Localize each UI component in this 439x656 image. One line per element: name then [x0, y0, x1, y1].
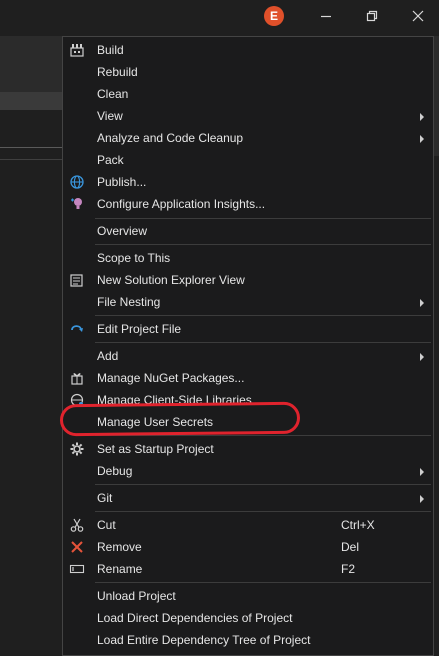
background-divider	[0, 147, 64, 148]
menu-item-label: Unload Project	[97, 589, 176, 603]
menu-item-scope-to-this[interactable]: Scope to This	[63, 247, 433, 269]
shortcut-text: F2	[341, 562, 356, 576]
lightbulb-icon	[69, 196, 85, 212]
menu-separator	[95, 484, 431, 485]
scissors-icon	[69, 517, 85, 533]
account-avatar[interactable]: E	[264, 6, 284, 26]
menu-item-label: Build	[97, 43, 124, 57]
submenu-arrow-icon	[418, 297, 426, 307]
menu-item-unload-project[interactable]: Unload Project	[63, 585, 433, 607]
menu-item-label: Scope to This	[97, 251, 171, 265]
menu-item-label: Edit Project File	[97, 322, 182, 336]
close-icon[interactable]	[410, 8, 426, 24]
submenu-arrow-icon	[418, 351, 426, 361]
menu-item-label: Publish...	[97, 175, 147, 189]
menu-item-label: Configure Application Insights...	[97, 197, 266, 211]
shortcut-text: Ctrl+X	[341, 518, 375, 532]
restore-icon[interactable]	[364, 8, 380, 24]
submenu-arrow-icon	[418, 493, 426, 503]
menu-item-rebuild[interactable]: Rebuild	[63, 61, 433, 83]
menu-item-cut[interactable]: Cut Ctrl+X	[63, 514, 433, 536]
edit-project-icon	[69, 321, 85, 337]
menu-item-label: Debug	[97, 464, 133, 478]
menu-item-label: Git	[97, 491, 113, 505]
menu-item-load-entire-tree[interactable]: Load Entire Dependency Tree of Project	[63, 629, 433, 651]
menu-item-label: Rename	[97, 562, 143, 576]
menu-item-label: Rebuild	[97, 65, 138, 79]
rename-icon	[69, 561, 85, 577]
menu-item-publish[interactable]: Publish...	[63, 171, 433, 193]
menu-item-overview[interactable]: Overview	[63, 220, 433, 242]
menu-item-label: Set as Startup Project	[97, 442, 214, 456]
background-panel	[0, 36, 64, 92]
menu-item-label: Load Entire Dependency Tree of Project	[97, 633, 311, 647]
menu-item-remove[interactable]: Remove Del	[63, 536, 433, 558]
menu-item-label: View	[97, 109, 123, 123]
menu-item-pack[interactable]: Pack	[63, 149, 433, 171]
menu-item-label: Pack	[97, 153, 124, 167]
build-icon	[69, 42, 85, 58]
menu-item-app-insights[interactable]: Configure Application Insights...	[63, 193, 433, 215]
new-view-icon	[69, 272, 85, 288]
menu-item-git[interactable]: Git	[63, 487, 433, 509]
context-menu: Build Rebuild Clean View Analyze and Cod…	[62, 36, 434, 656]
menu-item-label: Analyze and Code Cleanup	[97, 131, 244, 145]
shortcut-text: Del	[341, 540, 360, 554]
background-divider	[0, 159, 64, 160]
menu-separator	[95, 511, 431, 512]
menu-separator	[95, 582, 431, 583]
submenu-arrow-icon	[418, 466, 426, 476]
background-tab-strip	[0, 92, 64, 110]
menu-item-new-solution-view[interactable]: New Solution Explorer View	[63, 269, 433, 291]
menu-item-load-direct-deps[interactable]: Load Direct Dependencies of Project	[63, 607, 433, 629]
menu-separator	[95, 315, 431, 316]
menu-item-set-startup[interactable]: Set as Startup Project	[63, 438, 433, 460]
menu-item-debug[interactable]: Debug	[63, 460, 433, 482]
submenu-arrow-icon	[418, 111, 426, 121]
annotation-highlight-circle	[59, 401, 301, 437]
gear-icon	[69, 441, 85, 457]
menu-item-label: Load Direct Dependencies of Project	[97, 611, 293, 625]
submenu-arrow-icon	[418, 133, 426, 143]
nuget-icon	[69, 370, 85, 386]
minimize-icon[interactable]	[318, 8, 334, 24]
menu-separator	[95, 342, 431, 343]
menu-item-label: Add	[97, 349, 119, 363]
menu-item-label: Remove	[97, 540, 142, 554]
menu-item-view[interactable]: View	[63, 105, 433, 127]
menu-item-manage-nuget[interactable]: Manage NuGet Packages...	[63, 367, 433, 389]
menu-item-add[interactable]: Add	[63, 345, 433, 367]
menu-item-label: Overview	[97, 224, 148, 238]
menu-item-label: Clean	[97, 87, 129, 101]
menu-item-edit-project-file[interactable]: Edit Project File	[63, 318, 433, 340]
menu-item-file-nesting[interactable]: File Nesting	[63, 291, 433, 313]
menu-item-label: File Nesting	[97, 295, 161, 309]
menu-item-label: Cut	[97, 518, 116, 532]
globe-icon	[69, 174, 85, 190]
menu-item-rename[interactable]: Rename F2	[63, 558, 433, 580]
menu-item-build[interactable]: Build	[63, 39, 433, 61]
menu-item-analyze[interactable]: Analyze and Code Cleanup	[63, 127, 433, 149]
menu-item-clean[interactable]: Clean	[63, 83, 433, 105]
menu-separator	[95, 244, 431, 245]
menu-separator	[95, 218, 431, 219]
menu-item-label: Manage NuGet Packages...	[97, 371, 245, 385]
remove-icon	[69, 539, 85, 555]
menu-item-label: New Solution Explorer View	[97, 273, 245, 287]
